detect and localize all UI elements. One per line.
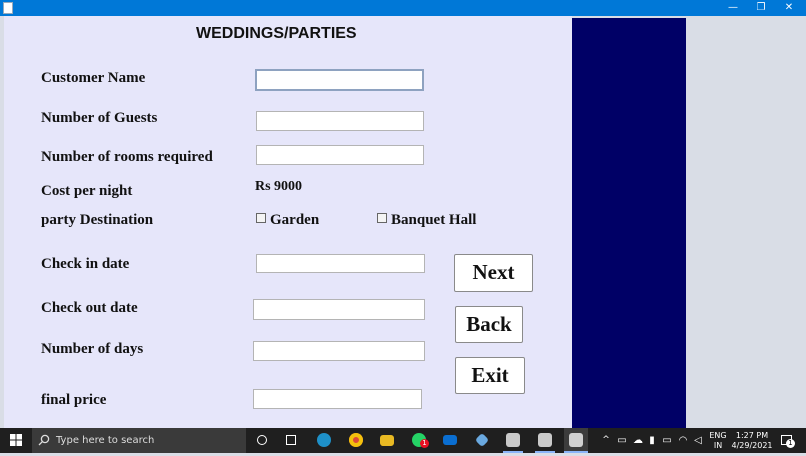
days-label: Number of days bbox=[41, 341, 144, 357]
wifi-icon[interactable]: ◠ bbox=[677, 428, 689, 453]
search-icon bbox=[38, 434, 50, 446]
clock[interactable]: 1:27 PM 4/29/2021 bbox=[730, 431, 774, 456]
page-title: WEDDINGS/PARTIES bbox=[196, 25, 357, 42]
chrome-icon[interactable] bbox=[346, 428, 366, 453]
region-text: IN bbox=[713, 441, 723, 450]
rooms-label: Number of rooms required bbox=[41, 149, 213, 165]
exit-button[interactable]: Exit bbox=[455, 357, 525, 394]
customer-name-field[interactable] bbox=[255, 69, 424, 91]
cost-value: Rs 9000 bbox=[255, 179, 303, 194]
garden-checkbox[interactable]: Garden bbox=[256, 212, 319, 229]
customer-name-label: Customer Name bbox=[41, 70, 146, 86]
rooms-field[interactable] bbox=[256, 145, 424, 165]
app-cube-icon[interactable] bbox=[472, 428, 492, 453]
app-icon bbox=[3, 2, 13, 14]
destination-label: party Destination bbox=[41, 212, 154, 228]
close-button[interactable]: ✕ bbox=[776, 0, 802, 16]
search-placeholder: Type here to search bbox=[56, 435, 155, 446]
clock-date: 4/29/2021 bbox=[731, 441, 773, 450]
side-panel-grey bbox=[686, 16, 806, 428]
checkout-label: Check out date bbox=[41, 300, 138, 316]
checkbox-box[interactable] bbox=[256, 213, 266, 223]
notification-icon[interactable]: 1 bbox=[778, 428, 795, 453]
restore-button[interactable]: ❐ bbox=[748, 0, 774, 16]
banquet-hall-label: Banquet Hall bbox=[391, 212, 477, 228]
task-view-icon[interactable] bbox=[281, 428, 301, 453]
windows-icon bbox=[10, 434, 22, 446]
java-app-icon[interactable] bbox=[503, 428, 523, 453]
whatsapp-icon[interactable]: 1 bbox=[409, 428, 429, 453]
next-button[interactable]: Next bbox=[454, 254, 533, 292]
edge-icon[interactable] bbox=[314, 428, 334, 453]
checkin-label: Check in date bbox=[41, 256, 130, 272]
checkin-field[interactable] bbox=[256, 254, 425, 273]
meet-now-icon[interactable]: ▭ bbox=[616, 428, 628, 453]
guests-field[interactable] bbox=[256, 111, 424, 131]
window-titlebar: — ❐ ✕ bbox=[0, 0, 806, 16]
java-app-icon-active[interactable] bbox=[564, 428, 588, 453]
banquet-hall-checkbox[interactable]: Banquet Hall bbox=[377, 212, 476, 229]
whatsapp-badge: 1 bbox=[420, 439, 429, 448]
search-box[interactable]: Type here to search bbox=[32, 428, 246, 453]
battery-icon[interactable]: ▭ bbox=[661, 428, 673, 453]
days-field[interactable] bbox=[253, 341, 425, 361]
cost-label: Cost per night bbox=[41, 183, 133, 199]
guests-label: Number of Guests bbox=[41, 110, 158, 126]
cortana-icon[interactable] bbox=[252, 428, 272, 453]
taskbar: Type here to search 1 ^ ▭ ☁ ▮ ▭ ◠ ◁ ENG … bbox=[0, 428, 806, 453]
checkbox-box[interactable] bbox=[377, 213, 387, 223]
side-panel-navy bbox=[572, 18, 686, 428]
chevron-up-icon[interactable]: ^ bbox=[600, 428, 612, 453]
clock-time: 1:27 PM bbox=[735, 431, 769, 440]
language-indicator[interactable]: ENG IN bbox=[707, 431, 729, 456]
garden-label: Garden bbox=[270, 212, 320, 228]
usb-icon[interactable]: ▮ bbox=[647, 428, 657, 453]
volume-icon[interactable]: ◁ bbox=[692, 428, 704, 453]
file-explorer-icon[interactable] bbox=[377, 428, 397, 453]
start-button[interactable] bbox=[6, 428, 26, 453]
final-price-field[interactable] bbox=[253, 389, 422, 409]
final-price-label: final price bbox=[41, 392, 107, 408]
notification-badge: 1 bbox=[786, 439, 795, 448]
checkout-field[interactable] bbox=[253, 299, 425, 320]
onedrive-icon[interactable]: ☁ bbox=[631, 428, 645, 453]
java-app-icon[interactable] bbox=[535, 428, 555, 453]
minimize-button[interactable]: — bbox=[720, 0, 746, 16]
back-button[interactable]: Back bbox=[455, 306, 523, 343]
mail-icon[interactable] bbox=[440, 428, 460, 453]
language-text: ENG bbox=[709, 431, 727, 440]
